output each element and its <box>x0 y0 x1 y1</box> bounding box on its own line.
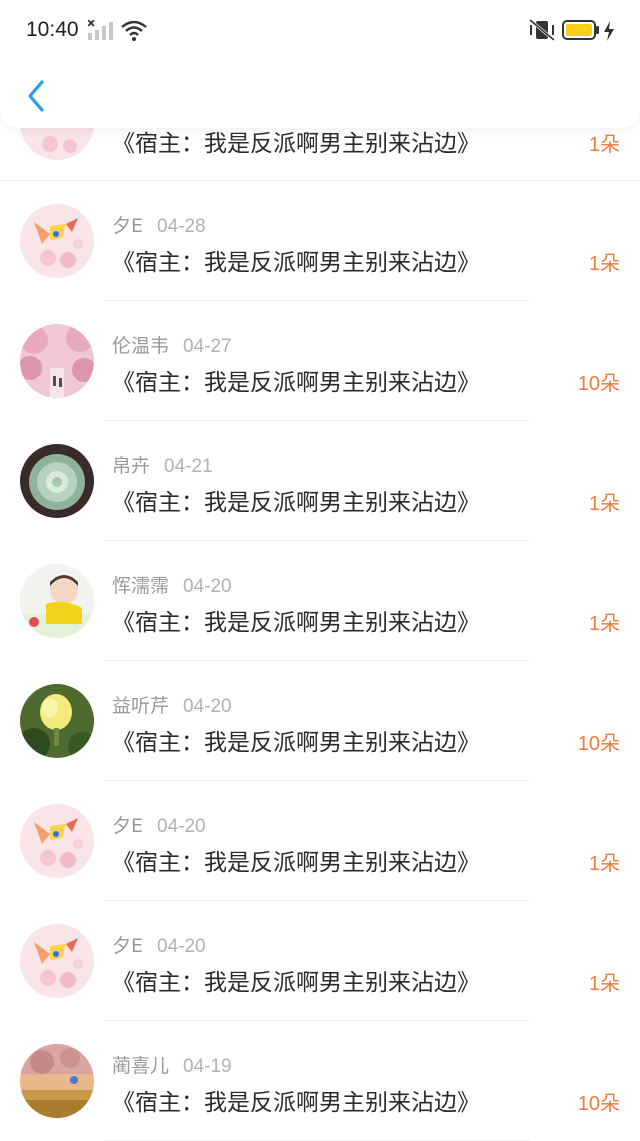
sunset-field-avatar <box>20 1044 94 1118</box>
item-amount: 1朵 <box>588 493 620 515</box>
wifi-icon <box>121 20 147 41</box>
signal-off-icon <box>88 20 113 40</box>
item-title: 《宿主：我是反派啊男主别来沾边》 <box>112 131 480 157</box>
item-title: 《宿主：我是反派啊男主别来沾边》 <box>112 1090 480 1116</box>
list-item[interactable]: 益听芹 04-20 《宿主：我是反派啊男主别来沾边》 10朵 <box>0 661 640 781</box>
cherry-blossom-avatar <box>20 324 94 398</box>
item-amount: 10朵 <box>577 733 620 755</box>
item-meta: 夕E 04-20 <box>112 931 206 958</box>
list-item[interactable]: 伦温韦 04-27 《宿主：我是反派啊男主别来沾边》 10朵 <box>0 301 640 421</box>
item-amount: 1朵 <box>588 973 620 995</box>
item-title: 《宿主：我是反派啊男主别来沾边》 <box>112 850 480 876</box>
mute-icon <box>529 19 555 41</box>
list-item[interactable]: 帛卉 04-21 《宿主：我是反派啊男主别来沾边》 1朵 <box>0 421 640 541</box>
item-date: 04-27 <box>183 336 232 357</box>
item-meta: 帛卉 04-21 <box>112 451 213 478</box>
item-meta: 恽濡霈 04-20 <box>112 571 232 598</box>
item-date: 04-20 <box>183 576 232 597</box>
status-time: 10:40 <box>26 18 79 41</box>
item-amount: 1朵 <box>588 613 620 635</box>
item-date: 04-19 <box>183 1056 232 1077</box>
list-item[interactable]: 恽濡霈 04-20 《宿主：我是反派啊男主别来沾边》 1朵 <box>0 541 640 661</box>
item-username: 益听芹 <box>112 695 170 717</box>
yellow-flower-avatar <box>20 684 94 758</box>
status-bar: 10:40 <box>0 0 640 62</box>
item-title: 《宿主：我是反派啊男主别来沾边》 <box>112 490 480 516</box>
back-button[interactable] <box>18 76 54 116</box>
green-rose-avatar <box>20 444 94 518</box>
list-item[interactable]: 蔺喜儿 04-19 《宿主：我是反派啊男主别来沾边》 10朵 <box>0 1021 640 1141</box>
pink-fox-avatar <box>20 204 94 278</box>
item-title: 《宿主：我是反派啊男主别来沾边》 <box>112 250 480 276</box>
item-username: 恽濡霈 <box>112 575 170 597</box>
item-username: 夕E <box>112 935 144 957</box>
item-username: 伦温韦 <box>112 335 170 357</box>
item-meta: 夕E 04-20 <box>112 811 206 838</box>
item-meta: 益听芹 04-20 <box>112 691 232 718</box>
item-amount: 1朵 <box>588 853 620 875</box>
list-item[interactable]: 夕E 04-28 《宿主：我是反派啊男主别来沾边》 1朵 <box>0 181 640 301</box>
item-meta: 蔺喜儿 04-19 <box>112 1051 232 1078</box>
item-username: 夕E <box>112 815 144 837</box>
item-meta: 夕E 04-28 <box>112 211 206 238</box>
item-date: 04-20 <box>183 696 232 717</box>
item-title: 《宿主：我是反派啊男主别来沾边》 <box>112 730 480 756</box>
boy-yellow-shirt-avatar <box>20 564 94 638</box>
pink-fox-avatar <box>20 924 94 998</box>
item-date: 04-20 <box>157 936 206 957</box>
reward-list: 《宿主：我是反派啊男主别来沾边》 1朵 夕E 04-28 《宿主：我是反派啊男主别… <box>0 86 640 1141</box>
list-item[interactable]: 夕E 04-20 《宿主：我是反派啊男主别来沾边》 1朵 <box>0 901 640 1021</box>
item-username: 帛卉 <box>112 455 151 477</box>
item-date: 04-20 <box>157 816 206 837</box>
list-item[interactable]: 夕E 04-20 《宿主：我是反派啊男主别来沾边》 1朵 <box>0 781 640 901</box>
item-date: 04-28 <box>157 216 206 237</box>
charging-icon <box>604 21 614 41</box>
item-username: 蔺喜儿 <box>112 1055 170 1077</box>
item-meta: 伦温韦 04-27 <box>112 331 232 358</box>
battery-icon <box>562 20 599 40</box>
item-amount: 1朵 <box>588 134 620 156</box>
item-title: 《宿主：我是反派啊男主别来沾边》 <box>112 370 480 396</box>
item-username: 夕E <box>112 215 144 237</box>
item-amount: 1朵 <box>588 253 620 275</box>
item-amount: 10朵 <box>577 1093 620 1115</box>
pink-fox-avatar <box>20 804 94 878</box>
item-date: 04-21 <box>164 456 213 477</box>
item-title: 《宿主：我是反派啊男主别来沾边》 <box>112 970 480 996</box>
item-amount: 10朵 <box>577 373 620 395</box>
chevron-left-icon <box>28 80 44 112</box>
item-title: 《宿主：我是反派啊男主别来沾边》 <box>112 610 480 636</box>
